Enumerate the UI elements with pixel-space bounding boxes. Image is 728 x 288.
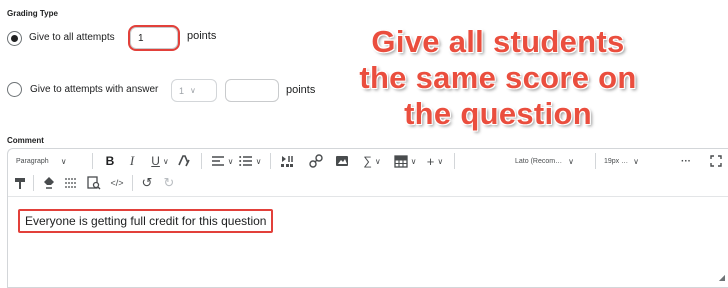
grading-type-label: Grading Type [7,9,58,18]
answer-points-unit: points [286,84,316,96]
answer-select-value: 1 [179,85,185,96]
chevron-down-icon: ∨ [60,156,67,166]
more-options-icon[interactable]: ··· [678,153,694,169]
font-family-value: Lato (Recom… [515,157,563,165]
font-family-select[interactable]: Lato (Recom… ∨ [515,154,590,168]
paragraph-format-select[interactable]: Paragraph ∨ [16,154,82,168]
comment-label: Comment [7,136,44,145]
insert-plus-icon[interactable]: + ∨ [423,153,447,169]
underline-icon[interactable]: U ∨ [148,153,172,169]
horizontal-line-icon[interactable] [63,175,79,191]
fullscreen-icon[interactable] [708,153,724,169]
font-size-select[interactable]: 19px … ∨ [604,154,652,168]
font-size-value: 19px … [604,157,629,165]
toolbar-separator [33,175,34,191]
editor-toolbar: Paragraph ∨ B I U ∨ ∨ ∨ ∑ ∨ ∨ + ∨ Lato (… [8,149,728,197]
chevron-down-icon: ∨ [568,156,574,166]
annotation-line: Give all students [371,24,625,59]
paragraph-format-value: Paragraph [16,157,49,165]
list-icon[interactable]: ∨ [238,153,262,169]
table-icon[interactable]: ∨ [392,153,418,169]
give-to-all-attempts-label: Give to all attempts [29,32,115,43]
bold-icon[interactable]: B [103,153,117,169]
all-attempts-points-unit: points [187,30,217,42]
source-code-icon[interactable]: </> [109,175,125,191]
image-icon[interactable] [334,153,350,169]
toolbar-separator [92,153,93,169]
all-attempts-points-input[interactable]: 1 [130,27,178,49]
italic-icon[interactable]: I [126,153,138,169]
answer-select[interactable]: 1 ∨ [171,79,217,102]
annotation-callout: Give all students the same score on the … [322,24,674,132]
toolbar-separator [270,153,271,169]
toolbar-separator [132,175,133,191]
give-to-attempts-with-answer-radio[interactable] [7,82,22,97]
give-to-all-attempts-radio[interactable] [7,31,22,46]
answer-points-input[interactable] [225,79,279,102]
resize-handle-icon[interactable]: ◢ [719,273,725,282]
equation-icon[interactable]: ∑ ∨ [360,153,384,169]
annotation-line: the same score on [359,60,637,95]
redo-icon[interactable]: ↻ [161,175,177,191]
undo-icon[interactable]: ↺ [139,175,155,191]
align-icon[interactable]: ∨ [210,153,234,169]
chevron-down-icon: ∨ [633,156,639,166]
paint-format-icon[interactable] [13,175,27,191]
give-to-attempts-with-answer-label: Give to attempts with answer [30,84,159,95]
chevron-down-icon: ∨ [190,86,196,95]
comment-editor[interactable]: Paragraph ∨ B I U ∨ ∨ ∨ ∑ ∨ ∨ + ∨ Lato (… [7,148,728,288]
annotation-line: the question [404,96,592,131]
toolbar-separator [201,153,202,169]
insert-media-icon[interactable] [279,153,295,169]
comment-body-text: Everyone is getting full credit for this… [18,209,274,233]
link-icon[interactable] [308,153,324,169]
preview-icon[interactable] [86,175,102,191]
all-attempts-points-value: 1 [138,32,144,44]
toolbar-separator [595,153,596,169]
accessibility-check-icon[interactable] [41,175,57,191]
toolbar-separator [454,153,455,169]
text-color-icon[interactable] [176,153,192,169]
